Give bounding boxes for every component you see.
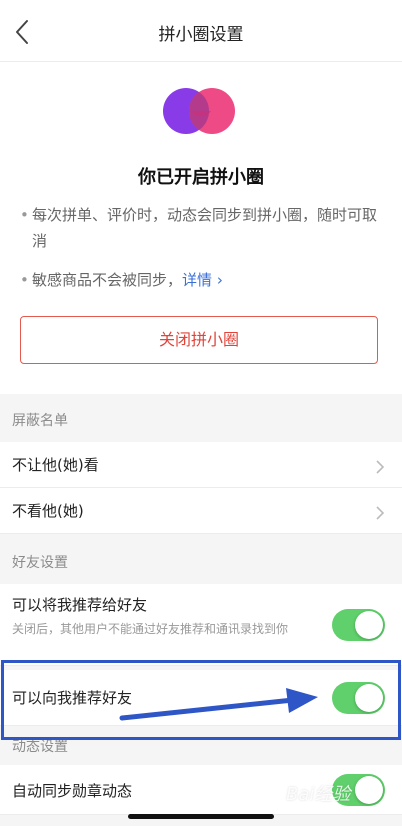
section-header-block-list: 屏蔽名单 (12, 413, 68, 429)
info-bullet-sensitive: 敏感商品不会被同步，详情 › (20, 267, 382, 293)
home-indicator[interactable] (128, 814, 274, 819)
list-item-label: 不让他(她)看 (12, 456, 99, 474)
setting-description: 关闭后，其他用户不能通过好友推荐和通讯录找到你 (12, 622, 289, 636)
setting-label: 自动同步勋章动态 (12, 782, 133, 800)
toggle-knob (355, 611, 383, 639)
details-link[interactable]: 详情 › (182, 271, 223, 289)
section-header-friend-settings: 好友设置 (12, 555, 68, 571)
list-item-label: 不看他(她) (12, 502, 84, 520)
details-link-label: 详情 (182, 271, 213, 289)
intro-title: 你已开启拼小圈 (138, 167, 264, 188)
pinxiaoquan-logo-icon (163, 88, 235, 134)
setting-label: 可以将我推荐给好友 (12, 596, 148, 614)
chevron-right-icon (376, 460, 385, 474)
list-item-hide-their[interactable]: 不看他(她) (0, 488, 402, 534)
annotation-highlight-box (1, 660, 401, 740)
toggle-knob (355, 776, 383, 804)
recommend-me-toggle[interactable] (332, 609, 385, 641)
baidu-jingyan-watermark: Bai经验 (286, 784, 351, 805)
close-pinxiaoquan-button[interactable]: 关闭拼小圈 (20, 316, 378, 364)
list-item-hide-from[interactable]: 不让他(她)看 (0, 442, 402, 488)
setting-recommend-me: 可以将我推荐给好友 关闭后，其他用户不能通过好友推荐和通讯录找到你 (0, 584, 402, 666)
chevron-right-icon: › (216, 271, 223, 289)
sensitive-text: 敏感商品不会被同步， (32, 271, 183, 289)
chevron-right-icon (376, 506, 385, 520)
intro-card: 你已开启拼小圈 每次拼单、评价时，动态会同步到拼小圈，随时可取消 敏感商品不会被… (0, 62, 402, 394)
page-title: 拼小圈设置 (158, 25, 244, 45)
navigation-bar: 拼小圈设置 (0, 0, 402, 62)
info-bullet-sync: 每次拼单、评价时，动态会同步到拼小圈，随时可取消 (20, 202, 382, 254)
